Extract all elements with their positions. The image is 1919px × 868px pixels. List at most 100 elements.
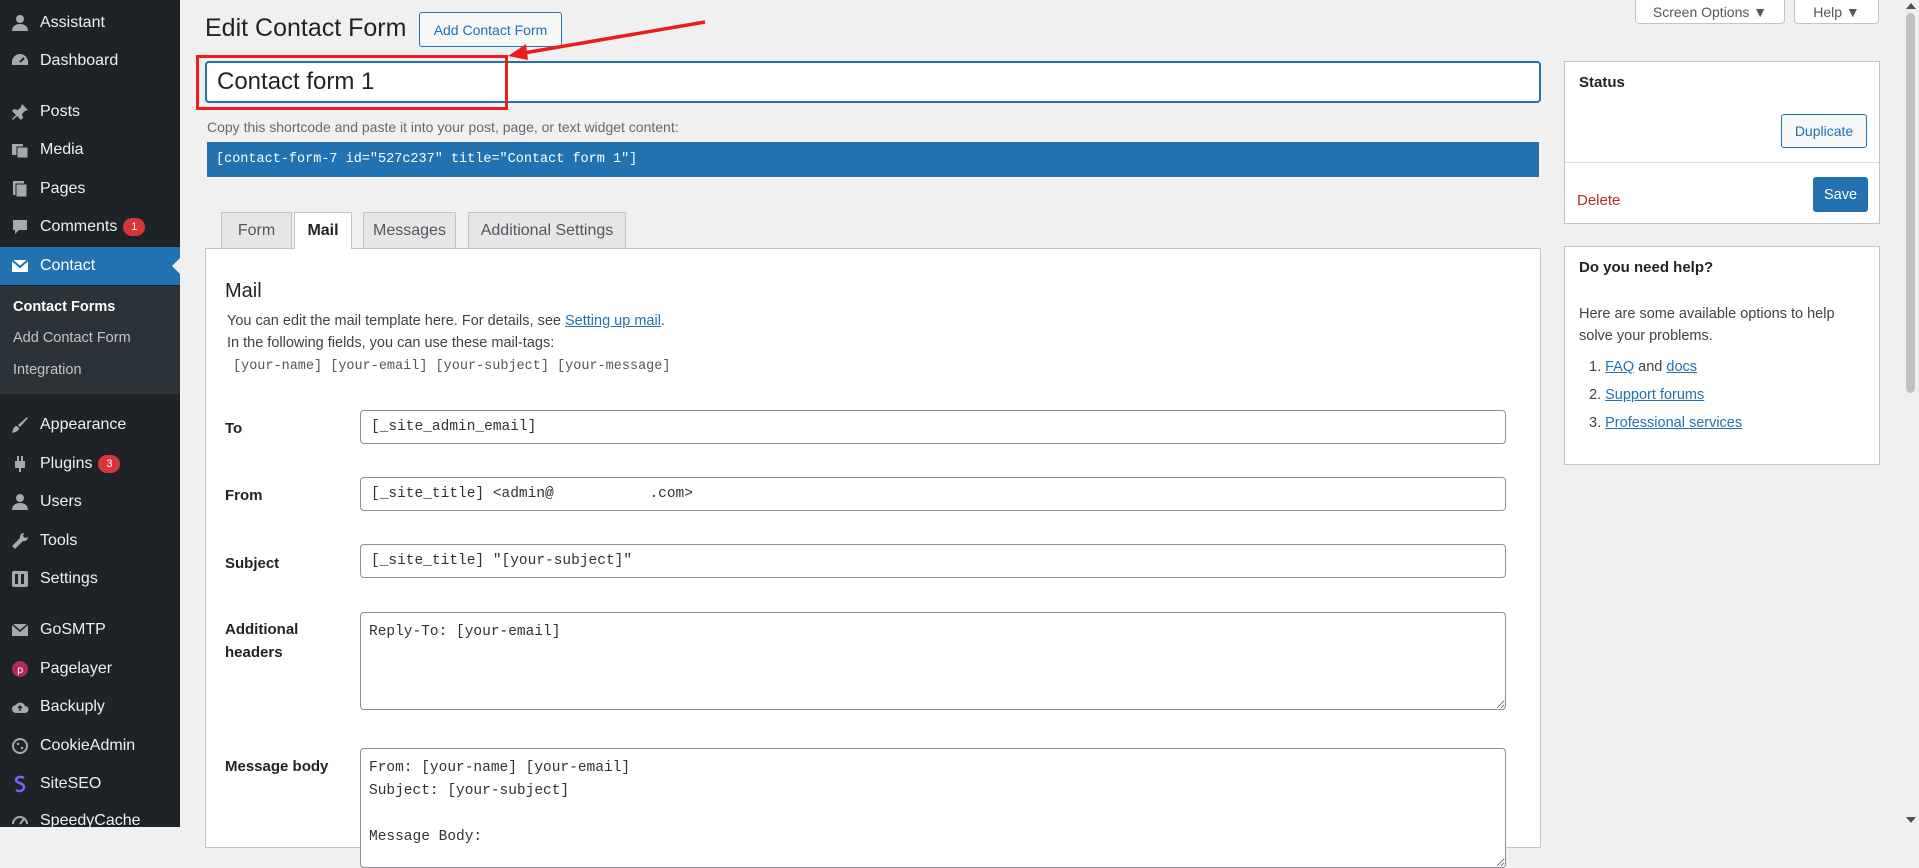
menu-item-comments[interactable]: Comments 1 bbox=[0, 208, 180, 246]
speedycache-icon bbox=[8, 809, 32, 833]
pages-icon bbox=[8, 177, 32, 201]
mail-description-suffix: . bbox=[660, 313, 665, 329]
subject-label: Subject bbox=[225, 555, 280, 572]
menu-item-posts[interactable]: Posts bbox=[0, 93, 180, 131]
duplicate-button[interactable]: Duplicate bbox=[1781, 114, 1867, 148]
cookie-icon bbox=[8, 734, 32, 758]
contact-submenu: Contact Forms Add Contact Form Integrati… bbox=[0, 286, 180, 394]
mail-tags-list: [your-name] [your-email] [your-subject] … bbox=[233, 359, 671, 374]
menu-item-plugins[interactable]: Plugins 3 bbox=[0, 445, 180, 483]
svg-text:p: p bbox=[17, 665, 23, 676]
dashboard-icon bbox=[8, 49, 32, 73]
menu-item-settings[interactable]: Settings bbox=[0, 560, 180, 598]
menu-label: Pages bbox=[40, 180, 86, 197]
support-forums-link[interactable]: Support forums bbox=[1605, 387, 1704, 403]
mail-heading: Mail bbox=[225, 280, 262, 302]
delete-link[interactable]: Delete bbox=[1577, 192, 1620, 209]
help-button[interactable]: Help ▼ bbox=[1794, 0, 1879, 24]
subject-field[interactable] bbox=[360, 544, 1506, 578]
menu-item-pagelayer[interactable]: p Pagelayer bbox=[0, 650, 180, 688]
mail-icon bbox=[8, 618, 32, 642]
to-field[interactable] bbox=[360, 410, 1506, 444]
status-divider bbox=[1565, 162, 1879, 163]
menu-item-cookieadmin[interactable]: CookieAdmin bbox=[0, 727, 180, 765]
comments-icon bbox=[8, 215, 32, 239]
mail-panel: Mail You can edit the mail template here… bbox=[205, 248, 1541, 868]
plugin-icon bbox=[8, 452, 32, 476]
menu-item-pages[interactable]: Pages bbox=[0, 170, 180, 208]
mail-description: You can edit the mail template here. For… bbox=[227, 313, 665, 329]
mail-description-text: You can edit the mail template here. For… bbox=[227, 313, 565, 329]
menu-label: CookieAdmin bbox=[40, 737, 136, 754]
save-button[interactable]: Save bbox=[1813, 177, 1868, 212]
additional-headers-field[interactable]: Reply-To: [your-email] bbox=[360, 612, 1506, 710]
menu-label: Backuply bbox=[40, 698, 105, 715]
submenu-contact-forms[interactable]: Contact Forms bbox=[13, 299, 115, 315]
menu-item-backuply[interactable]: Backuply bbox=[0, 688, 180, 726]
help-box: Do you need help? Here are some availabl… bbox=[1564, 246, 1880, 465]
settings-icon bbox=[8, 567, 32, 591]
admin-sidebar: Assistant Dashboard Posts Media Pages Co… bbox=[0, 0, 180, 829]
list-number: 3. bbox=[1589, 415, 1602, 431]
menu-item-media[interactable]: Media bbox=[0, 131, 180, 169]
menu-item-appearance[interactable]: Appearance bbox=[0, 406, 180, 444]
professional-services-link[interactable]: Professional services bbox=[1605, 415, 1742, 431]
screen-options-button[interactable]: Screen Options ▼ bbox=[1635, 0, 1785, 24]
menu-label: Comments bbox=[40, 218, 118, 235]
submenu-integration[interactable]: Integration bbox=[13, 362, 82, 378]
faq-link[interactable]: FAQ bbox=[1605, 359, 1634, 375]
menu-label: Appearance bbox=[40, 416, 127, 433]
menu-item-users[interactable]: Users bbox=[0, 483, 180, 521]
tab-mail[interactable]: Mail bbox=[294, 212, 352, 249]
docs-link[interactable]: docs bbox=[1666, 359, 1697, 375]
annotation-highlight-box bbox=[196, 55, 508, 110]
menu-label: Dashboard bbox=[40, 52, 119, 69]
menu-label: Contact bbox=[40, 257, 96, 274]
menu-item-siteseo[interactable]: SiteSEO bbox=[0, 765, 180, 803]
plugins-count-badge: 3 bbox=[98, 455, 121, 473]
media-icon bbox=[8, 138, 32, 162]
additional-headers-label: Additional headers bbox=[225, 621, 299, 661]
menu-label: SpeedyCache bbox=[40, 812, 141, 829]
status-title: Status bbox=[1579, 74, 1625, 91]
submenu-add-contact-form[interactable]: Add Contact Form bbox=[13, 330, 131, 346]
tab-form[interactable]: Form bbox=[221, 212, 292, 248]
menu-label: Posts bbox=[40, 103, 81, 120]
list-number: 1. bbox=[1589, 359, 1602, 375]
help-item-services: 3. Professional services bbox=[1579, 415, 1742, 443]
menu-item-assistant[interactable]: Assistant bbox=[0, 4, 180, 42]
setting-up-mail-link[interactable]: Setting up mail bbox=[565, 313, 661, 329]
menu-label: Settings bbox=[40, 570, 98, 587]
menu-item-gosmtp[interactable]: GoSMTP bbox=[0, 611, 180, 649]
menu-label: Assistant bbox=[40, 14, 105, 31]
menu-item-dashboard[interactable]: Dashboard bbox=[0, 42, 180, 80]
brush-icon bbox=[8, 413, 32, 437]
help-title: Do you need help? bbox=[1579, 259, 1714, 276]
menu-item-speedycache[interactable]: SpeedyCache bbox=[0, 802, 180, 840]
message-body-field[interactable]: From: [your-name] [your-email] Subject: … bbox=[360, 748, 1506, 868]
page-title: Edit Contact Form bbox=[205, 14, 407, 42]
menu-label: SiteSEO bbox=[40, 775, 102, 792]
help-list: 1. FAQ and docs 2. Support forums 3. Pro… bbox=[1579, 359, 1742, 443]
menu-label: Pagelayer bbox=[40, 660, 113, 677]
tab-messages[interactable]: Messages bbox=[363, 212, 456, 248]
page-scrollbar[interactable] bbox=[1902, 0, 1919, 827]
cloud-upload-icon bbox=[8, 695, 32, 719]
and-text: and bbox=[1634, 359, 1667, 375]
to-label: To bbox=[225, 420, 243, 437]
siteseo-icon bbox=[8, 772, 32, 796]
shortcode-field[interactable]: [contact-form-7 id="527c237" title="Cont… bbox=[207, 142, 1539, 177]
from-field[interactable] bbox=[360, 477, 1506, 511]
status-box: Status Duplicate Delete Save bbox=[1564, 61, 1880, 224]
tab-additional-settings[interactable]: Additional Settings bbox=[468, 212, 626, 248]
from-label: From bbox=[225, 487, 263, 504]
menu-item-tools[interactable]: Tools bbox=[0, 522, 180, 560]
menu-label: Users bbox=[40, 493, 82, 510]
menu-item-contact[interactable]: Contact bbox=[0, 247, 180, 285]
scroll-thumb[interactable] bbox=[1906, 13, 1915, 393]
wrench-icon bbox=[8, 529, 32, 553]
users-icon bbox=[8, 490, 32, 514]
scroll-down-icon[interactable] bbox=[1906, 817, 1916, 823]
envelope-icon bbox=[8, 254, 32, 278]
scroll-up-icon[interactable] bbox=[1906, 3, 1916, 9]
